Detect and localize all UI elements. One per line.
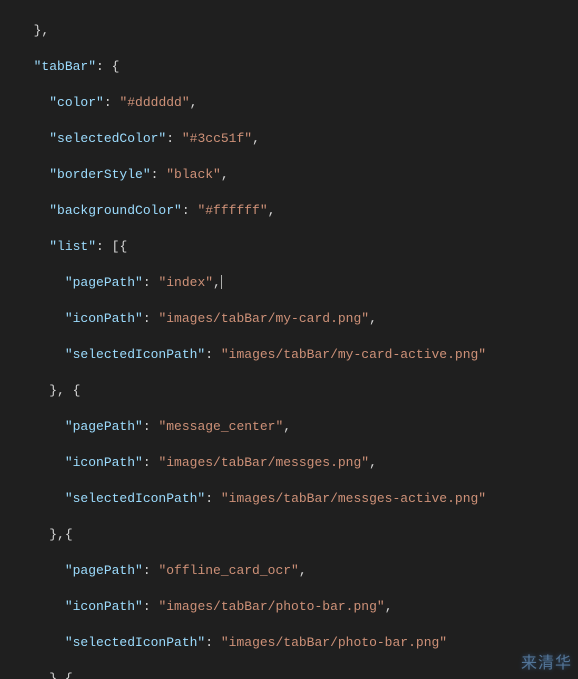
code-line: "tabBar": {: [18, 58, 578, 76]
code-line: "iconPath": "images/tabBar/my-card.png",: [18, 310, 578, 328]
code-line: "list": [{: [18, 238, 578, 256]
code-line: },{: [18, 526, 578, 544]
code-line: "pagePath": "offline_card_ocr",: [18, 562, 578, 580]
code-line: "borderStyle": "black",: [18, 166, 578, 184]
code-line: "selectedIconPath": "images/tabBar/messg…: [18, 490, 578, 508]
code-line: "backgroundColor": "#ffffff",: [18, 202, 578, 220]
code-line: "selectedIconPath": "images/tabBar/my-ca…: [18, 346, 578, 364]
code-line: "iconPath": "images/tabBar/messges.png",: [18, 454, 578, 472]
code-editor[interactable]: }, "tabBar": { "color": "#dddddd", "sele…: [0, 0, 578, 679]
code-line: "selectedColor": "#3cc51f",: [18, 130, 578, 148]
text-cursor: [221, 275, 222, 289]
code-line: }, {: [18, 382, 578, 400]
code-line: "pagePath": "index",: [18, 274, 578, 292]
code-line: "iconPath": "images/tabBar/photo-bar.png…: [18, 598, 578, 616]
code-line: "color": "#dddddd",: [18, 94, 578, 112]
code-line: "selectedIconPath": "images/tabBar/photo…: [18, 634, 578, 652]
code-line: },{: [18, 670, 578, 679]
code-line: },: [18, 22, 578, 40]
code-line: "pagePath": "message_center",: [18, 418, 578, 436]
